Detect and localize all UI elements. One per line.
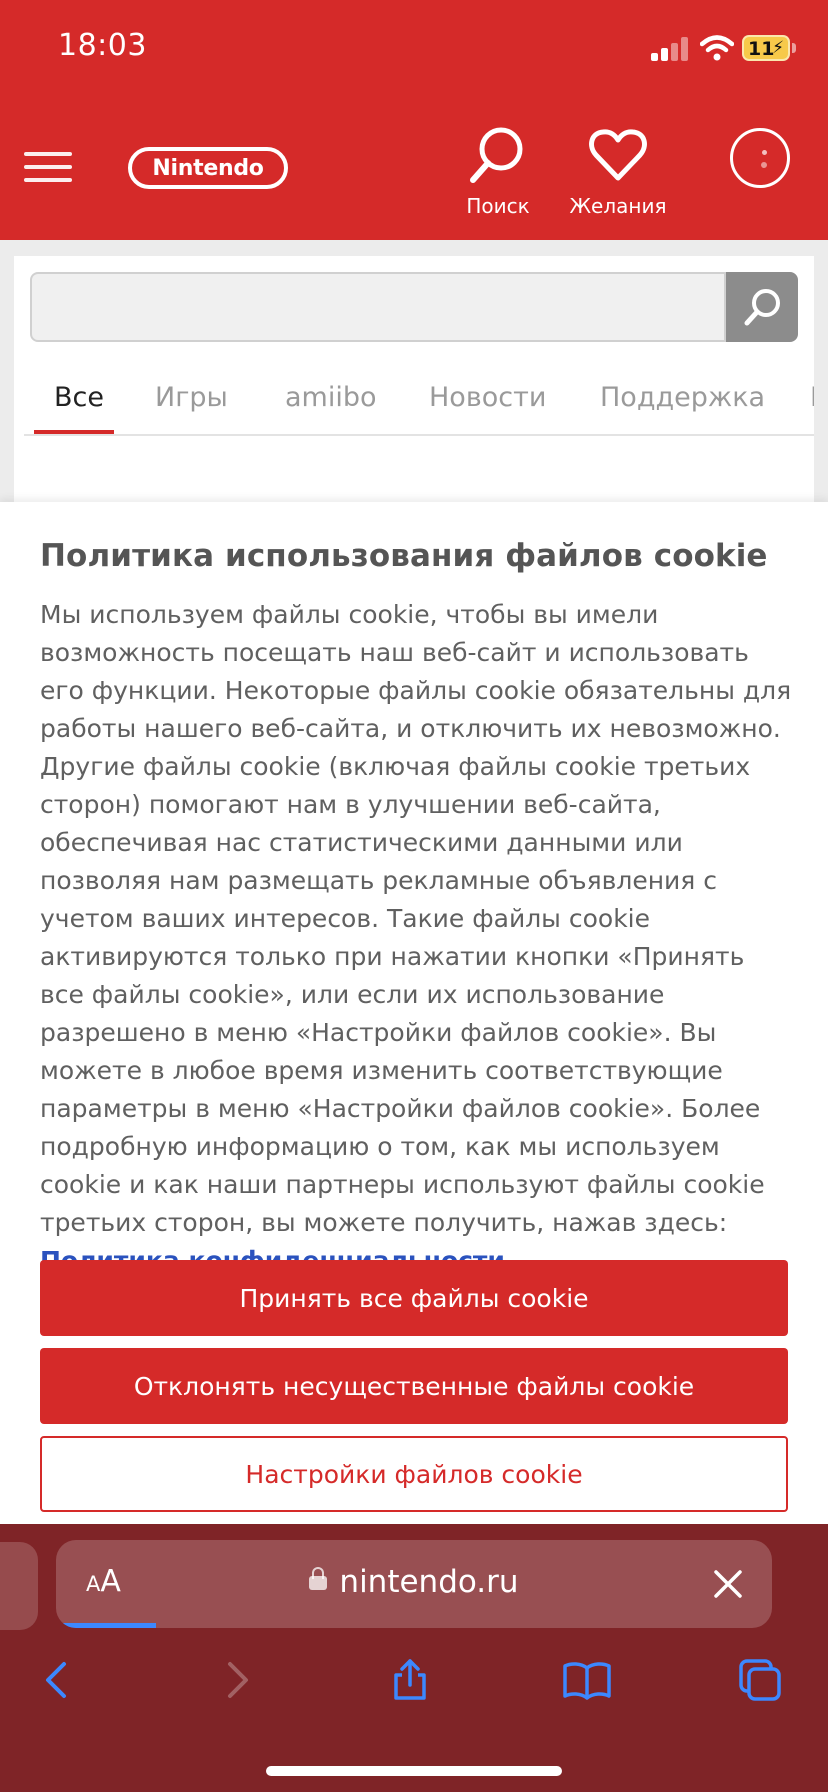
tab-all[interactable]: Все — [54, 382, 104, 413]
cookie-settings-button[interactable]: Настройки файлов cookie — [40, 1436, 788, 1512]
charging-bolt-icon: ⚡ — [772, 38, 784, 58]
battery-level: 11 — [748, 38, 775, 60]
url-display: nintendo.ru — [56, 1564, 772, 1600]
tab-amiibo[interactable]: amiibo — [285, 382, 377, 413]
search-input[interactable] — [30, 272, 726, 342]
header-wishlist-label: Желания — [569, 194, 667, 218]
header-search-button[interactable]: Поиск — [440, 124, 556, 218]
search-submit-button[interactable] — [726, 272, 798, 342]
search-icon — [744, 289, 780, 326]
forward-arrow-icon[interactable] — [214, 1658, 258, 1702]
battery-icon: 11 ⚡ — [742, 35, 790, 61]
wifi-icon — [700, 35, 734, 61]
bookmarks-icon[interactable] — [562, 1658, 612, 1702]
account-avatar[interactable] — [730, 128, 790, 188]
cookie-consent-dialog: Политика использования файлов cookie Мы … — [0, 502, 828, 1524]
cellular-signal-icon — [651, 37, 691, 61]
home-indicator — [266, 1766, 562, 1776]
url-text: nintendo.ru — [339, 1564, 519, 1600]
page-load-progress — [56, 1623, 157, 1628]
cookie-body-text: Мы используем файлы cookie, чтобы вы име… — [40, 600, 792, 1237]
hamburger-menu-button[interactable] — [24, 152, 72, 184]
tabs-icon[interactable] — [738, 1658, 782, 1702]
tab-more[interactable]: D — [810, 382, 814, 413]
previous-tab-preview[interactable] — [0, 1542, 38, 1630]
lock-icon — [309, 1567, 328, 1590]
address-bar[interactable]: AA nintendo.ru — [56, 1540, 772, 1628]
cookie-description: Мы используем файлы cookie, чтобы вы име… — [40, 596, 792, 1280]
back-arrow-icon[interactable] — [36, 1658, 80, 1702]
share-icon[interactable] — [388, 1658, 432, 1702]
header-wishlist-button[interactable]: Желания — [568, 124, 668, 218]
tab-support[interactable]: Поддержка — [600, 382, 765, 413]
nintendo-logo[interactable]: Nintendo — [128, 147, 288, 189]
accept-all-cookies-button[interactable]: Принять все файлы cookie — [40, 1260, 788, 1336]
search-category-tabs: Все Игры amiibo Новости Поддержка D — [24, 360, 814, 436]
tab-news[interactable]: Новости — [429, 382, 546, 413]
battery-tip — [792, 43, 796, 53]
site-header: 18:03 11 ⚡ Nintendo Поиск Желания — [0, 0, 828, 240]
active-tab-indicator — [34, 430, 114, 434]
heart-icon — [589, 129, 647, 181]
status-time: 18:03 — [58, 28, 147, 63]
screen: 18:03 11 ⚡ Nintendo Поиск Желания Все Иг… — [0, 0, 828, 1792]
cookie-title: Политика использования файлов cookie — [40, 538, 768, 574]
header-search-label: Поиск — [466, 194, 530, 218]
tab-games[interactable]: Игры — [155, 382, 228, 413]
browser-bottom-bar: AA nintendo.ru — [0, 1524, 828, 1792]
search-panel: Все Игры amiibo Новости Поддержка D — [14, 256, 814, 506]
reject-nonessential-cookies-button[interactable]: Отклонять несущественные файлы cookie — [40, 1348, 788, 1424]
search-icon — [470, 127, 523, 183]
stop-loading-icon[interactable] — [710, 1566, 746, 1602]
